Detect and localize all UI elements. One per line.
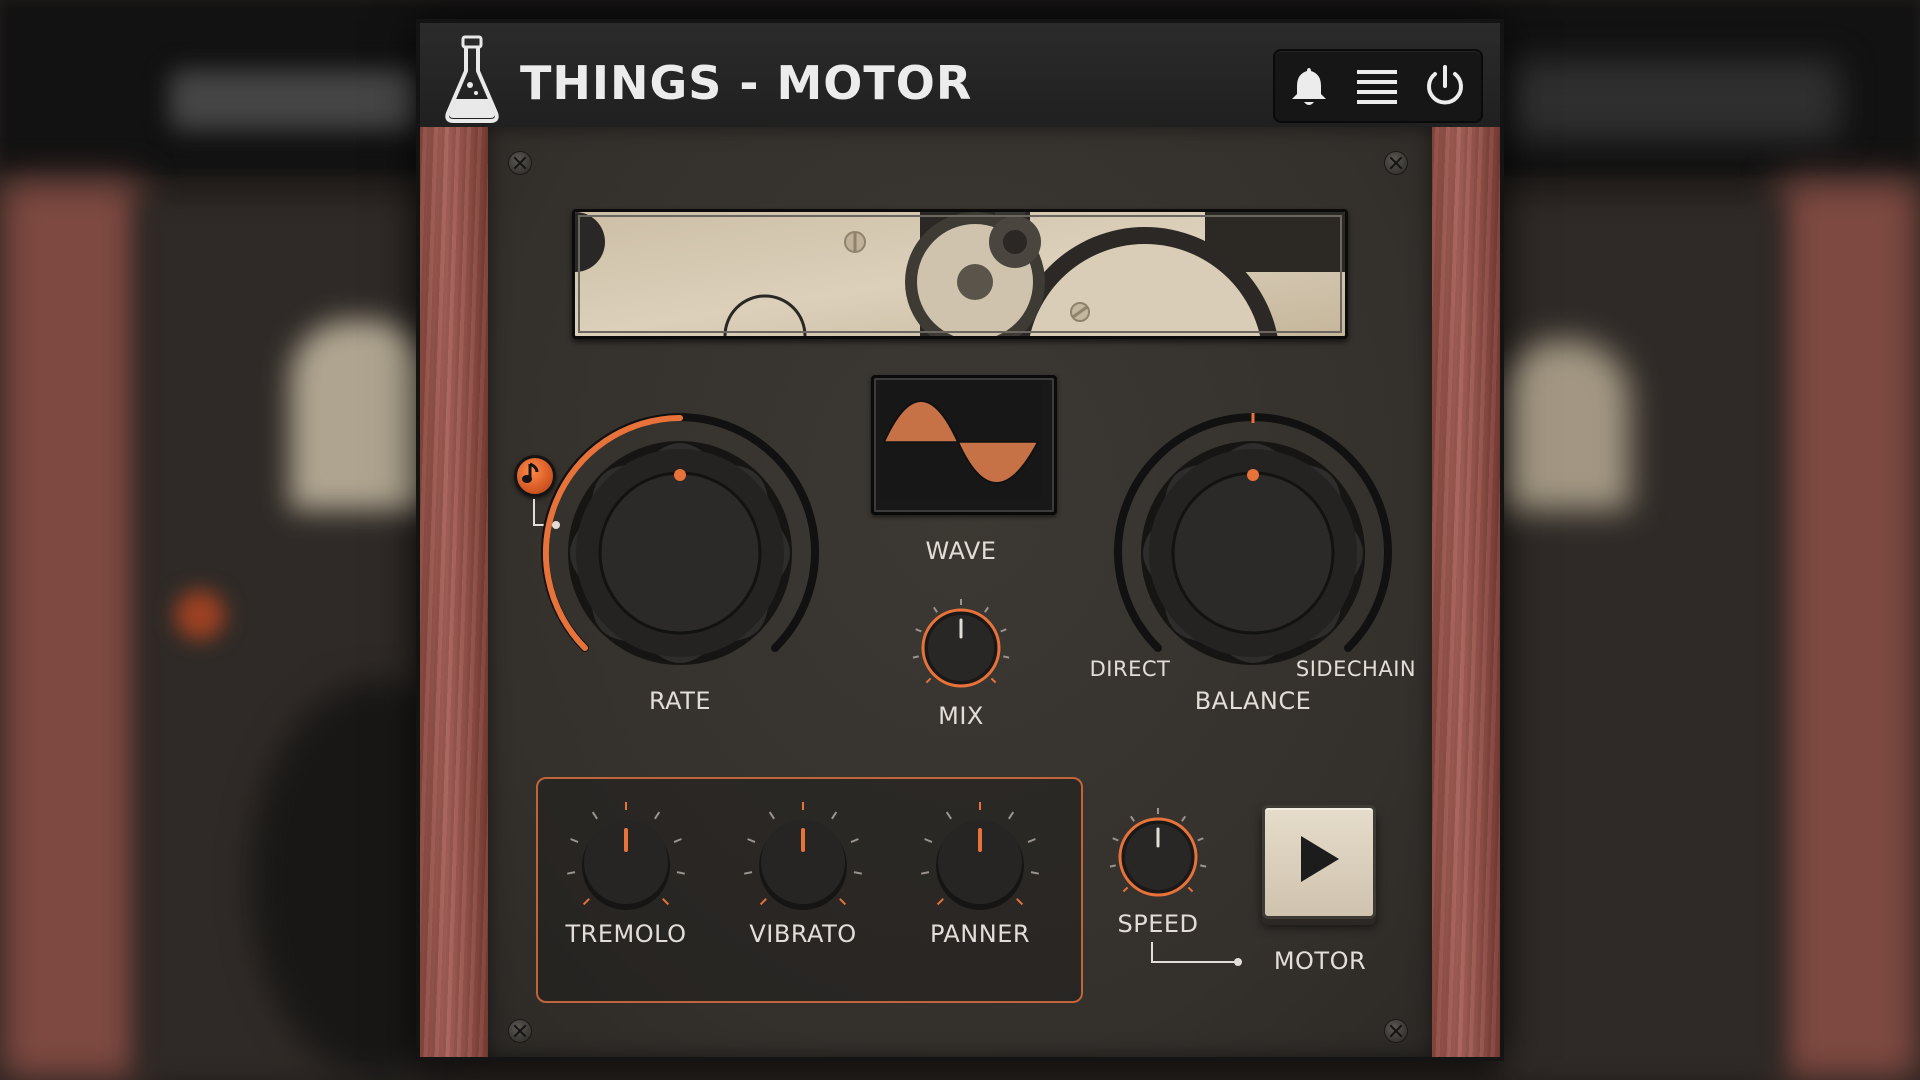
plugin-title: THINGS - MOTOR: [520, 56, 973, 110]
notifications-button[interactable]: [1281, 59, 1337, 113]
gears-illustration: [575, 212, 1345, 336]
motor-gear-display: [572, 209, 1348, 339]
plugin-window: THINGS - MOTOR RATE WAVE MIX DIRECT SIDE…: [416, 19, 1504, 1061]
tremolo-label: TREMOLO: [565, 920, 687, 948]
balance-label: BALANCE: [1194, 687, 1312, 715]
menu-button[interactable]: [1349, 59, 1405, 113]
rate-knob[interactable]: [530, 403, 830, 703]
balance-sidechain-label: SIDECHAIN: [1295, 657, 1417, 681]
screw-icon: [1384, 1019, 1408, 1043]
screw-icon: [508, 151, 532, 175]
vibrato-knob[interactable]: [733, 792, 873, 932]
rate-label: RATE: [648, 687, 712, 715]
panner-label: PANNER: [929, 920, 1031, 948]
motor-play-button[interactable]: [1262, 805, 1376, 919]
power-icon: [1427, 65, 1463, 105]
screw-icon: [508, 1019, 532, 1043]
balance-direct-label: DIRECT: [1089, 657, 1171, 681]
power-button[interactable]: [1417, 59, 1473, 113]
speed-label: SPEED: [1117, 910, 1199, 938]
toolbar: [1273, 49, 1483, 123]
menu-icon: [1357, 70, 1397, 104]
vibrato-label: VIBRATO: [749, 920, 857, 948]
panner-knob[interactable]: [910, 792, 1050, 932]
speed-knob[interactable]: [1103, 802, 1213, 912]
plugin-body: RATE WAVE MIX DIRECT SIDECHAIN BALANCE T…: [420, 127, 1500, 1057]
mix-knob[interactable]: [906, 593, 1016, 703]
wave-selector[interactable]: [871, 375, 1057, 515]
bell-icon: [1292, 68, 1326, 105]
wave-label: WAVE: [925, 537, 997, 565]
motor-label: MOTOR: [1273, 947, 1367, 975]
tremolo-knob[interactable]: [556, 792, 696, 932]
play-icon: [1301, 836, 1339, 882]
wood-side-left: [420, 127, 488, 1057]
screw-icon: [1384, 151, 1408, 175]
flask-logo-icon: [445, 35, 499, 123]
wood-side-right: [1432, 127, 1500, 1057]
mix-label: MIX: [938, 702, 984, 730]
sine-wave-icon: [880, 384, 1042, 500]
